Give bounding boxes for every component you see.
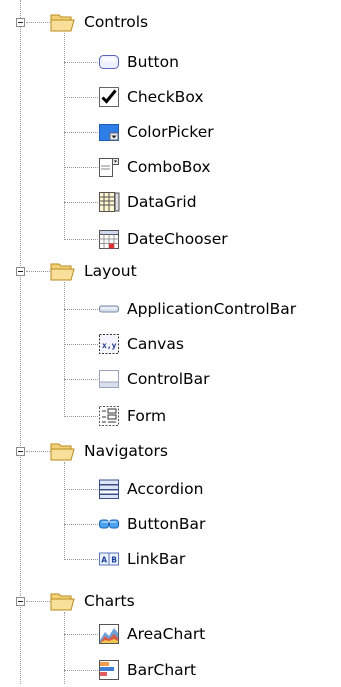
tree-item-colorpicker[interactable]: ColorPicker (98, 115, 214, 149)
collapse-charts-toggle[interactable] (16, 597, 25, 606)
tree-item-controlbar[interactable]: ControlBar (98, 362, 210, 396)
tree-item-label: Form (127, 407, 167, 425)
tree-connector (26, 22, 50, 23)
folder-label: Navigators (84, 442, 168, 460)
linkbar-icon: AB (98, 548, 120, 570)
tree-item-linkbar[interactable]: AB LinkBar (98, 542, 185, 576)
tree-connector (26, 601, 50, 602)
tree-item-datagrid[interactable]: DataGrid (98, 185, 197, 219)
tree-connector (64, 634, 98, 635)
tree-folder-charts[interactable]: Charts (50, 584, 135, 618)
tree-folder-layout[interactable]: Layout (50, 254, 137, 288)
checkbox-icon (98, 86, 120, 108)
tree-item-label: CheckBox (127, 88, 204, 106)
tree-connector (64, 489, 98, 490)
areachart-icon (98, 623, 120, 645)
tree-item-label: Accordion (127, 480, 204, 498)
tree-connector (64, 670, 98, 671)
colorpicker-icon (98, 121, 120, 143)
tree-item-button[interactable]: Button (98, 45, 179, 79)
tree-item-combobox[interactable]: ComboBox (98, 150, 211, 184)
tree-connector (64, 62, 98, 63)
svg-text:B: B (111, 555, 117, 564)
canvas-icon: x,y (98, 333, 120, 355)
tree-connector (26, 271, 50, 272)
tree-item-buttonbar[interactable]: ButtonBar (98, 507, 205, 541)
svg-text:A: A (101, 555, 107, 564)
form-icon (98, 405, 120, 427)
tree-item-label: Canvas (127, 335, 184, 353)
combobox-icon (98, 156, 120, 178)
button-icon (98, 51, 120, 73)
tree-item-canvas[interactable]: x,y Canvas (98, 327, 184, 361)
tree-item-areachart[interactable]: AreaChart (98, 617, 205, 651)
buttonbar-icon (98, 513, 120, 535)
tree-item-label: BarChart (127, 661, 197, 679)
tree-connector (64, 239, 98, 240)
tree-connector (26, 451, 50, 452)
tree-item-label: ApplicationControlBar (127, 300, 297, 318)
applicationcontrolbar-icon (98, 298, 120, 320)
accordion-icon (98, 478, 120, 500)
tree-item-label: ButtonBar (127, 515, 206, 533)
folder-open-icon (50, 590, 76, 612)
tree-connector (64, 132, 98, 133)
tree-connector (64, 559, 98, 560)
datechooser-icon (98, 228, 120, 250)
tree-item-label: ComboBox (127, 158, 211, 176)
tree-connector (64, 379, 98, 380)
tree-item-label: DateChooser (127, 230, 228, 248)
tree-connector (64, 167, 98, 168)
tree-root-guide (20, 0, 21, 684)
tree-item-form[interactable]: Form (98, 399, 166, 433)
folder-label: Layout (84, 262, 137, 280)
collapse-controls-toggle[interactable] (16, 18, 25, 27)
tree-folder-navigators[interactable]: Navigators (50, 434, 168, 468)
tree-item-label: AreaChart (127, 625, 206, 643)
tree-connector (64, 309, 98, 310)
tree-connector (64, 524, 98, 525)
tree-item-applicationcontrolbar[interactable]: ApplicationControlBar (98, 292, 296, 326)
tree-item-barchart[interactable]: BarChart (98, 653, 196, 687)
tree-connector (64, 33, 65, 240)
collapse-navigators-toggle[interactable] (16, 447, 25, 456)
tree-connector (64, 282, 65, 417)
tree-item-accordion[interactable]: Accordion (98, 472, 203, 506)
tree-connector (64, 462, 65, 560)
tree-connector (64, 416, 98, 417)
tree-connector (64, 202, 98, 203)
folder-open-icon (50, 440, 76, 462)
tree-item-label: Button (127, 53, 179, 71)
folder-open-icon (50, 260, 76, 282)
controlbar-icon (98, 368, 120, 390)
folder-label: Controls (84, 13, 149, 31)
tree-item-label: ColorPicker (127, 123, 214, 141)
tree-item-label: DataGrid (127, 193, 197, 211)
barchart-icon (98, 659, 120, 681)
tree-item-label: ControlBar (127, 370, 210, 388)
tree-item-datechooser[interactable]: DateChooser (98, 222, 228, 256)
folder-open-icon (50, 11, 76, 33)
datagrid-icon (98, 191, 120, 213)
tree-connector (64, 612, 65, 684)
tree-item-checkbox[interactable]: CheckBox (98, 80, 204, 114)
tree-connector (64, 344, 98, 345)
collapse-layout-toggle[interactable] (16, 267, 25, 276)
tree-connector (64, 97, 98, 98)
tree-item-label: LinkBar (127, 550, 186, 568)
component-tree: Controls Button CheckBox ColorPicker Com… (0, 0, 341, 684)
folder-label: Charts (84, 592, 135, 610)
svg-text:x,y: x,y (102, 341, 117, 350)
